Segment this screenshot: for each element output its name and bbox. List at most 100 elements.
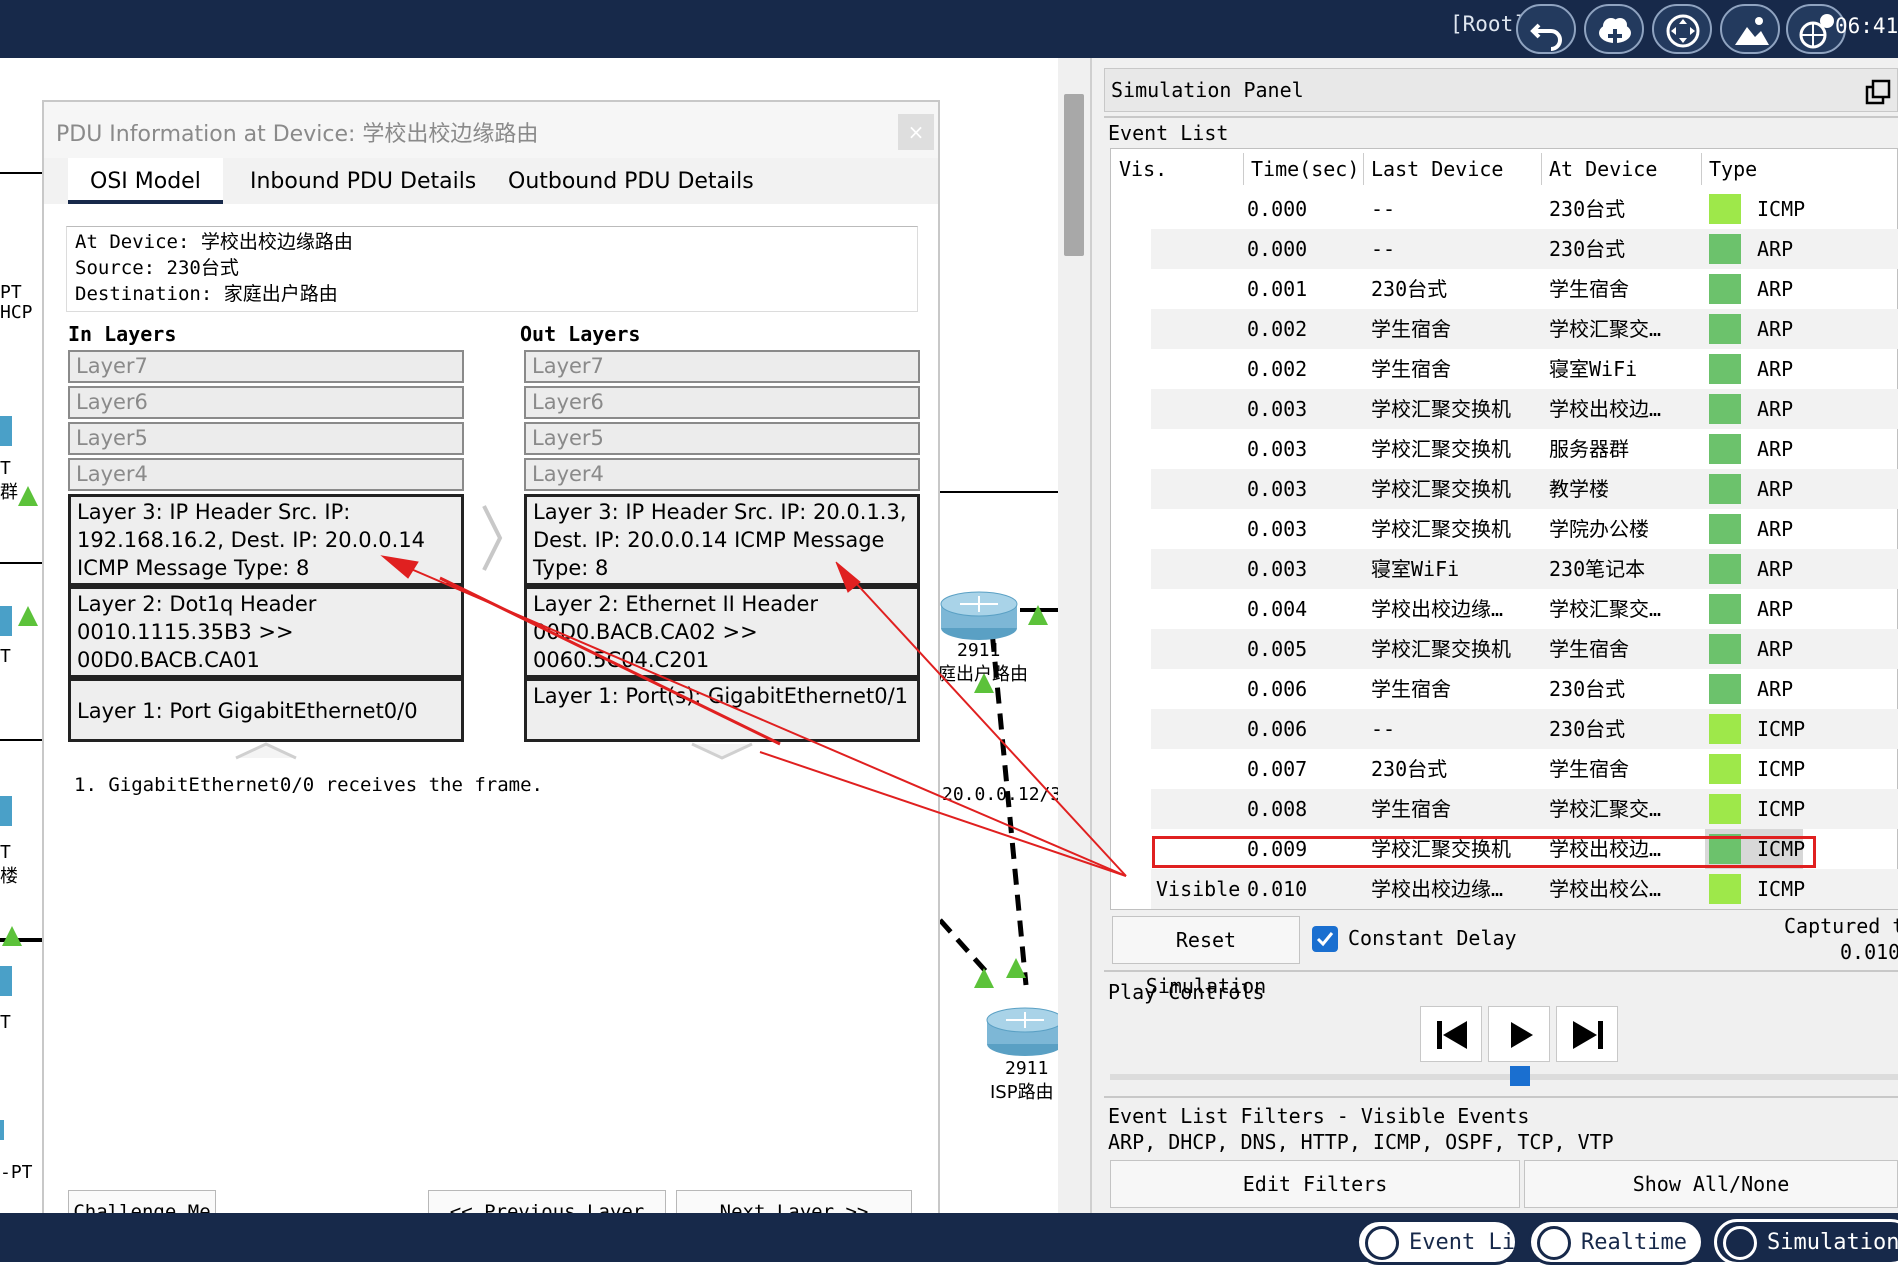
router2-name: ISP路由 (990, 1082, 1054, 1103)
section-divider (1104, 1096, 1898, 1098)
type-swatch (1709, 594, 1741, 624)
net-label-left-2: T (0, 458, 11, 479)
captured-value: 0.010 (1840, 940, 1898, 964)
tab-osi-model[interactable]: OSI Model (68, 158, 223, 204)
col-at-device[interactable]: At Device (1549, 149, 1657, 189)
workspace-scroll-thumb[interactable] (1064, 94, 1084, 256)
out-layer2[interactable]: Layer 2: Ethernet II Header 00D0.BACB.CA… (524, 586, 920, 678)
table-row[interactable]: 0.002 学生宿舍 学校汇聚交… ARP (1151, 309, 1898, 349)
type-swatch (1709, 554, 1741, 584)
device-info: At Device: 学校出校边缘路由 Source: 230台式 Destin… (66, 226, 918, 312)
table-row[interactable]: 0.003 学校汇聚交换机 学校出校边… ARP (1151, 389, 1898, 429)
out-layer5[interactable]: Layer5 (524, 422, 920, 455)
constant-delay-label: Constant Delay (1348, 926, 1517, 950)
type-swatch (1709, 634, 1741, 664)
col-vis[interactable]: Vis. (1119, 149, 1167, 189)
table-row[interactable]: 0.007 230台式 学生宿舍 ICMP (1151, 749, 1898, 789)
stopwatch-icon (1723, 1226, 1757, 1260)
slider-handle[interactable] (1510, 1066, 1530, 1086)
clock: 06:41: (1835, 14, 1898, 38)
router-icon[interactable] (938, 588, 1020, 642)
col-type[interactable]: Type (1709, 149, 1757, 189)
clock-icon (1537, 1226, 1571, 1260)
in-layers-title: In Layers (68, 322, 177, 346)
chevron-right-icon (482, 505, 503, 571)
edit-filters-button[interactable]: Edit Filters (1110, 1160, 1520, 1208)
table-row[interactable]: 0.003 学校汇聚交换机 教学楼 ARP (1151, 469, 1898, 509)
filters-title: Event List Filters - Visible Events (1108, 1104, 1530, 1128)
router1-model: 2911 (957, 640, 1001, 661)
in-layer7[interactable]: Layer7 (68, 350, 464, 383)
event-list-button[interactable]: Event List (1356, 1219, 1518, 1265)
undock-icon[interactable] (1865, 79, 1891, 105)
destination: Destination: 家庭出户路由 (75, 283, 338, 305)
realtime-button[interactable]: Realtime (1528, 1219, 1704, 1265)
type-swatch (1709, 434, 1741, 464)
playback-speed-slider[interactable] (1110, 1074, 1898, 1080)
highlight-box (1152, 836, 1816, 868)
net-label-left-4: T (0, 646, 11, 667)
col-last-device[interactable]: Last Device (1371, 149, 1503, 189)
dialog-title: PDU Information at Device: 学校出校边缘路由 (56, 122, 539, 147)
show-all-none-button[interactable]: Show All/None (1524, 1160, 1898, 1208)
skip-back-icon (1437, 1021, 1467, 1049)
section-divider (1104, 970, 1898, 972)
step-back-button[interactable] (1420, 1006, 1482, 1062)
table-row[interactable]: 0.004 学校出校边缘… 学校汇聚交… ARP (1151, 589, 1898, 629)
table-row[interactable]: 0.003 寝室WiFi 230笔记本 ARP (1151, 549, 1898, 589)
dialog-titlebar: PDU Information at Device: 学校出校边缘路由 × (44, 102, 938, 158)
router-icon[interactable] (984, 1004, 1066, 1058)
out-layer4[interactable]: Layer4 (524, 458, 920, 491)
table-row[interactable]: 0.000 -- 230台式 ARP (1151, 229, 1898, 269)
bottom-bar: Event List Realtime Simulation (0, 1213, 1898, 1265)
expand-up-icon[interactable] (234, 742, 298, 760)
skip-forward-icon (1573, 1021, 1603, 1049)
col-time[interactable]: Time(sec) (1251, 149, 1359, 189)
step-forward-button[interactable] (1556, 1006, 1618, 1062)
net-label-left-5: T (0, 842, 11, 863)
table-row[interactable]: 0.005 学校汇聚交换机 学生宿舍 ARP (1151, 629, 1898, 669)
table-row[interactable]: 0.001 230台式 学生宿舍 ARP (1151, 269, 1898, 309)
table-row[interactable]: 0.002 学生宿舍 寝室WiFi ARP (1151, 349, 1898, 389)
net-label-left-8: -PT (0, 1162, 33, 1183)
cloud-add-icon[interactable] (1584, 4, 1644, 54)
play-button[interactable] (1488, 1006, 1550, 1062)
in-layer3[interactable]: Layer 3: IP Header Src. IP: 192.168.16.2… (68, 494, 464, 586)
out-layer1[interactable]: Layer 1: Port(s): GigabitEthernet0/1 (524, 678, 920, 742)
event-list-title: Event List (1108, 121, 1229, 145)
in-layer5[interactable]: Layer5 (68, 422, 464, 455)
out-layers-title: Out Layers (520, 322, 641, 346)
tab-inbound-pdu[interactable]: Inbound PDU Details (228, 158, 498, 204)
table-row[interactable]: 0.008 学生宿舍 学校汇聚交… ICMP (1151, 789, 1898, 829)
filters-value: ARP, DHCP, DNS, HTTP, ICMP, OSPF, TCP, V… (1108, 1130, 1614, 1154)
top-toolbar: [Root] 06:41: (0, 0, 1898, 58)
type-swatch (1709, 234, 1741, 264)
net-label-left-0: PT (0, 282, 22, 303)
table-row[interactable]: 0.006 学生宿舍 230台式 ARP (1151, 669, 1898, 709)
reset-simulation-button[interactable]: Reset Simulation (1112, 916, 1300, 998)
tab-outbound-pdu[interactable]: Outbound PDU Details (486, 158, 776, 204)
out-layer7[interactable]: Layer7 (524, 350, 920, 383)
table-row[interactable]: 0.000 -- 230台式 ICMP (1151, 189, 1898, 229)
undo-icon[interactable] (1516, 4, 1576, 54)
table-row[interactable]: Visible 0.010 学校出校边缘… 学校出校公… ICMP (1151, 869, 1898, 909)
in-layer2[interactable]: Layer 2: Dot1q Header 0010.1115.35B3 >> … (68, 586, 464, 678)
out-layer3[interactable]: Layer 3: IP Header Src. IP: 20.0.1.3, De… (524, 494, 920, 586)
constant-delay-checkbox[interactable] (1312, 926, 1338, 952)
table-row[interactable]: 0.006 -- 230台式 ICMP (1151, 709, 1898, 749)
type-swatch (1709, 274, 1741, 304)
net-label-left-3: 群 (0, 482, 18, 503)
move-icon[interactable] (1652, 4, 1712, 54)
simulation-button[interactable]: Simulation (1714, 1219, 1898, 1265)
expand-down-icon[interactable] (690, 742, 754, 760)
image-icon[interactable] (1720, 4, 1780, 54)
in-layer4[interactable]: Layer4 (68, 458, 464, 491)
table-row[interactable]: 0.003 学校汇聚交换机 学院办公楼 ARP (1151, 509, 1898, 549)
close-icon[interactable]: × (898, 114, 934, 150)
in-layer6[interactable]: Layer6 (68, 386, 464, 419)
type-swatch (1709, 354, 1741, 384)
in-layer1[interactable]: Layer 1: Port GigabitEthernet0/0 (68, 678, 464, 742)
table-row[interactable]: 0.003 学校汇聚交换机 服务器群 ARP (1151, 429, 1898, 469)
out-layer6[interactable]: Layer6 (524, 386, 920, 419)
simulation-panel-title: Simulation Panel (1111, 78, 1304, 102)
